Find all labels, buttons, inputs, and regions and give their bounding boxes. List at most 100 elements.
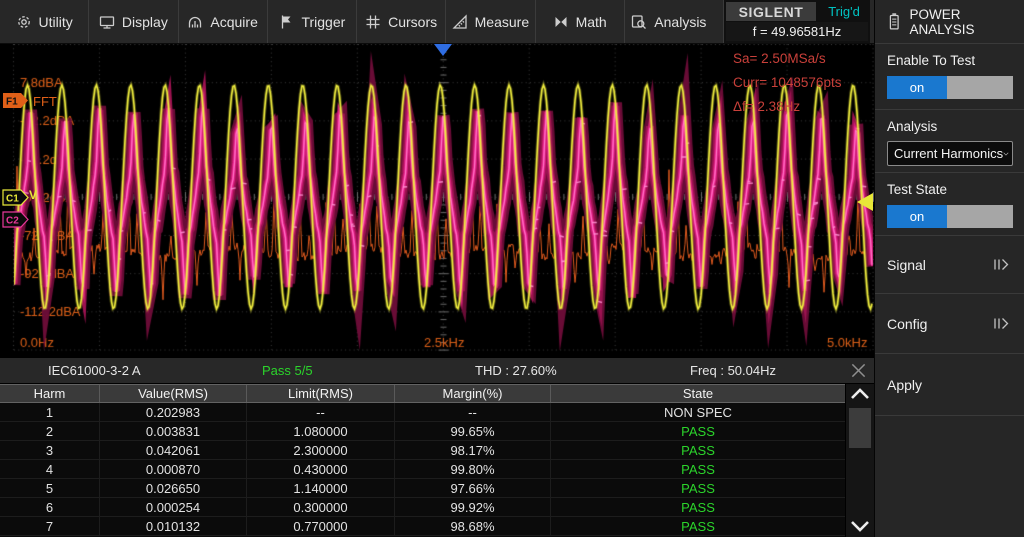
sample-rate-label: Sa= 2.50MSa/s [733,47,841,71]
toggle-on-state: on [887,205,947,228]
panel-header: POWER ANALYSIS [875,0,1024,44]
table-cell-state: PASS [551,479,845,497]
config-menu-item[interactable]: Config [875,294,1024,354]
menu-item-display[interactable]: Display [88,0,177,43]
table-cell-value: 0.026650 [100,479,247,497]
table-row: 70.0101320.77000098.68%PASS [0,517,845,536]
column-header-value: Value(RMS) [100,385,247,402]
table-cell-margin: 99.65% [395,422,551,440]
math-icon [553,14,569,30]
trigger-position-indicator-icon[interactable] [434,44,452,56]
table-row: 60.0002540.30000099.92%PASS [0,498,845,517]
measure-icon [452,14,468,30]
menu-item-utility[interactable]: Utility [0,0,88,43]
brand-logo: SIGLENT [726,2,816,21]
config-label: Config [887,316,927,332]
memory-points-label: Curr= 1048576pts [733,71,841,95]
table-cell-limit: 1.140000 [247,479,395,497]
menu-bar: Utility Display Acquire Trigger Cursors … [0,0,874,44]
display-icon [99,14,115,30]
column-header-limit: Limit(RMS) [247,385,395,402]
table-cell-harm: 7 [0,517,100,535]
table-cell-margin: 97.66% [395,479,551,497]
c1-unit-label: V [29,188,37,202]
frequency-readout: f = 49.96581Hz [726,22,868,41]
table-cell-margin: 98.68% [395,517,551,535]
menu-item-acquire[interactable]: Acquire [178,0,267,43]
menu-item-label: Trigger [301,14,345,30]
table-cell-value: 0.000870 [100,460,247,478]
submenu-arrow-icon [992,316,1012,331]
menu-item-analysis[interactable]: Analysis [624,0,713,43]
table-scrollbar[interactable] [845,384,874,537]
column-header-harm: Harm [0,385,100,402]
fft-label: FFT [33,94,57,109]
c1-channel-marker[interactable]: C1 [2,189,30,206]
analysis-dropdown[interactable]: Current Harmonics [887,141,1013,166]
apply-button[interactable]: Apply [875,354,1024,416]
table-cell-harm: 1 [0,403,100,421]
scroll-up-button[interactable] [846,387,874,400]
standard-name: IEC61000-3-2 A [48,363,141,378]
analysis-section: Analysis Current Harmonics [875,110,1024,173]
oscilloscope-screen: Utility Display Acquire Trigger Cursors … [0,0,1024,537]
f1-channel-marker[interactable]: F1 [2,92,30,109]
trigger-status: Trig'd [818,0,870,22]
signal-label: Signal [887,257,926,273]
table-cell-limit: -- [247,403,395,421]
table-cell-state: PASS [551,517,845,535]
table-cell-value: 0.202983 [100,403,247,421]
trigger-level-indicator-icon[interactable] [857,193,873,211]
panel-title: POWER ANALYSIS [910,7,1024,37]
test-state-label: Test State [887,182,1012,197]
c2-channel-marker[interactable]: C2 [2,211,30,228]
table-cell-state: PASS [551,422,845,440]
apply-label: Apply [887,377,922,393]
scrollbar-thumb[interactable] [849,408,871,448]
close-button[interactable] [844,359,872,382]
scroll-down-button[interactable] [846,520,874,533]
cursors-icon [365,14,381,30]
analysis-label: Analysis [887,119,1012,134]
table-row: 30.0420612.30000098.17%PASS [0,441,845,460]
table-cell-state: PASS [551,498,845,516]
delta-f-label: Δf= 2.38Hz [733,95,841,119]
table-row: 50.0266501.14000097.66%PASS [0,479,845,498]
table-cell-state: NON SPEC [551,403,845,421]
table-cell-limit: 2.300000 [247,441,395,459]
gear-icon [16,14,32,30]
menu-item-measure[interactable]: Measure [445,0,534,43]
menu-item-trigger[interactable]: Trigger [267,0,356,43]
table-cell-harm: 2 [0,422,100,440]
status-cluster: SIGLENT Trig'd f = 49.96581Hz [723,0,870,43]
table-cell-margin: -- [395,403,551,421]
power-analysis-panel: POWER ANALYSIS Enable To Test on Analysi… [874,0,1024,537]
table-cell-harm: 6 [0,498,100,516]
table-cell-value: 0.010132 [100,517,247,535]
enable-to-test-label: Enable To Test [887,53,1012,68]
acquisition-info: Sa= 2.50MSa/s Curr= 1048576pts Δf= 2.38H… [733,47,841,119]
menu-item-label: Cursors [388,14,437,30]
table-title-bar: IEC61000-3-2 A Pass 5/5 THD : 27.60% Fre… [0,358,874,384]
close-icon [850,362,867,379]
table-cell-harm: 3 [0,441,100,459]
test-state-toggle[interactable]: on [887,205,1013,228]
table-row: 20.0038311.08000099.65%PASS [0,422,845,441]
signal-menu-item[interactable]: Signal [875,236,1024,294]
acquire-icon [187,14,203,30]
battery-icon [888,12,901,31]
menu-item-label: Analysis [654,14,706,30]
column-header-margin: Margin(%) [395,385,551,402]
svg-text:C1: C1 [6,194,19,205]
enable-to-test-toggle[interactable]: on [887,76,1013,99]
submenu-arrow-icon [992,257,1012,272]
column-header-state: State [551,385,845,402]
svg-text:C2: C2 [6,216,19,227]
table-cell-state: PASS [551,460,845,478]
pass-status: Pass 5/5 [262,363,313,378]
table-cell-margin: 99.92% [395,498,551,516]
menu-item-math[interactable]: Math [535,0,624,43]
menu-item-cursors[interactable]: Cursors [356,0,445,43]
trigger-flag-icon [278,14,294,30]
chevron-down-icon [1003,150,1009,158]
